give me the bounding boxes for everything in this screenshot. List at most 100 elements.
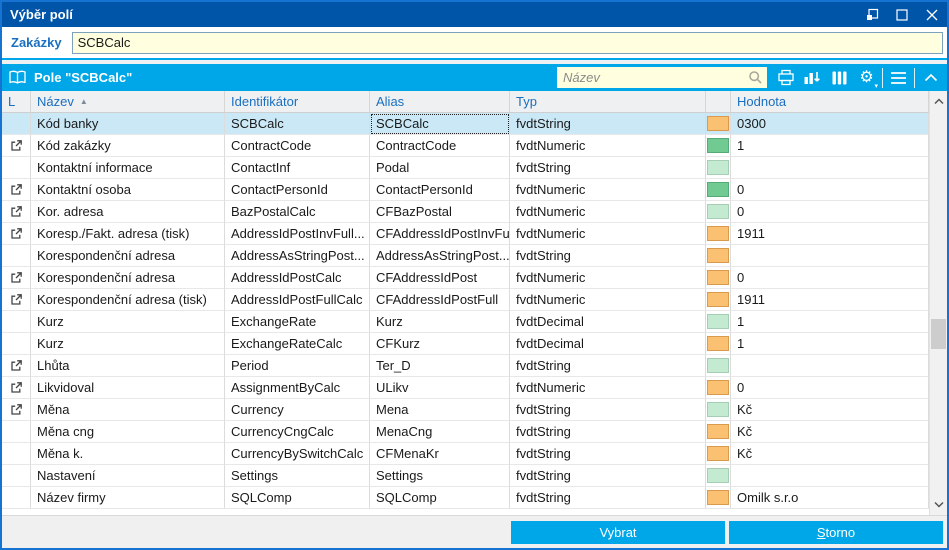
scroll-down-icon[interactable]	[930, 496, 947, 513]
cell-typ: fvdtString	[510, 157, 706, 179]
table-row[interactable]: Likvidoval AssignmentByCalc ULikv fvdtNu…	[2, 377, 929, 399]
table-row[interactable]: Měna cng CurrencyCngCalc MenaCng fvdtStr…	[2, 421, 929, 443]
table-row[interactable]: Korespondenční adresa AddressAsStringPos…	[2, 245, 929, 267]
maximize-icon[interactable]	[887, 2, 917, 27]
scrollbar-thumb[interactable]	[931, 319, 946, 349]
table-row[interactable]: Kurz ExchangeRate Kurz fvdtDecimal 1	[2, 311, 929, 333]
titlebar[interactable]: Výběr polí	[2, 2, 947, 27]
cell-typ: fvdtString	[510, 487, 706, 509]
cell-hodnota: 1	[731, 311, 929, 333]
table-row[interactable]: Měna Currency Mena fvdtString Kč	[2, 399, 929, 421]
cell-typ: fvdtNumeric	[510, 135, 706, 157]
cell-typ: fvdtString	[510, 443, 706, 465]
cell-nazev: Korespondenční adresa	[31, 267, 225, 289]
type-color-swatch	[707, 160, 729, 175]
external-link-icon[interactable]	[10, 205, 23, 218]
columns-icon[interactable]	[826, 64, 853, 91]
cell-typ: fvdtString	[510, 113, 706, 135]
external-link-icon[interactable]	[10, 403, 23, 416]
external-link-icon[interactable]	[10, 139, 23, 152]
cell-identifikator: AddressAsStringPost...	[225, 245, 370, 267]
cell-identifikator: AssignmentByCalc	[225, 377, 370, 399]
table-row[interactable]: Kor. adresa BazPostalCalc CFBazPostal fv…	[2, 201, 929, 223]
cell-typ: fvdtNumeric	[510, 267, 706, 289]
vybrat-button[interactable]: Vybrat	[511, 520, 725, 544]
zakazky-input[interactable]	[71, 31, 943, 54]
header-identifikator[interactable]: Identifikátor	[225, 91, 370, 113]
cell-hodnota: 1	[731, 135, 929, 157]
table-row[interactable]: Kód banky SCBCalc SCBCalc fvdtString 030…	[2, 113, 929, 135]
cell-hodnota: 1911	[731, 223, 929, 245]
cell-hodnota: 1	[731, 333, 929, 355]
header-typ[interactable]: Typ	[510, 91, 706, 113]
cell-identifikator: ContractCode	[225, 135, 370, 157]
type-color-swatch	[707, 138, 729, 153]
table-row[interactable]: Nastavení Settings Settings fvdtString	[2, 465, 929, 487]
cell-alias: ContactPersonId	[370, 179, 510, 201]
table-row[interactable]: Koresp./Fakt. adresa (tisk) AddressIdPos…	[2, 223, 929, 245]
cell-identifikator: BazPostalCalc	[225, 201, 370, 223]
cell-identifikator: SQLComp	[225, 487, 370, 509]
table-row[interactable]: Kontaktní osoba ContactPersonId ContactP…	[2, 179, 929, 201]
cell-alias: Kurz	[370, 311, 510, 333]
dialog-footer: Vybrat Storno	[2, 515, 947, 548]
cell-identifikator: Settings	[225, 465, 370, 487]
table-row[interactable]: Kód zakázky ContractCode ContractCode fv…	[2, 135, 929, 157]
zakazky-label: Zakázky	[11, 35, 62, 50]
table-row[interactable]: Kontaktní informace ContactInf Podal fvd…	[2, 157, 929, 179]
menu-icon[interactable]	[885, 64, 912, 91]
header-hodnota[interactable]: Hodnota	[731, 91, 929, 113]
table-row[interactable]: Název firmy SQLComp SQLComp fvdtString O…	[2, 487, 929, 509]
window-controls	[857, 2, 947, 27]
table-row[interactable]: Korespondenční adresa AddressIdPostCalc …	[2, 267, 929, 289]
type-color-swatch	[707, 270, 729, 285]
header-alias[interactable]: Alias	[370, 91, 510, 113]
type-color-swatch	[707, 226, 729, 241]
cell-typ: fvdtString	[510, 245, 706, 267]
table-row[interactable]: Měna k. CurrencyBySwitchCalc CFMenaKr fv…	[2, 443, 929, 465]
header-swatch-column[interactable]	[706, 91, 731, 113]
external-link-icon[interactable]	[10, 183, 23, 196]
cell-nazev: Kurz	[31, 333, 225, 355]
header-link-column[interactable]: L	[2, 91, 31, 113]
cell-hodnota: Kč	[731, 399, 929, 421]
external-link-icon[interactable]	[10, 293, 23, 306]
external-link-icon[interactable]	[10, 271, 23, 284]
vertical-scrollbar[interactable]	[929, 91, 947, 515]
type-color-swatch	[707, 380, 729, 395]
cell-hodnota	[731, 465, 929, 487]
external-link-icon[interactable]	[10, 227, 23, 240]
cell-alias: ContractCode	[370, 135, 510, 157]
search-input[interactable]	[563, 70, 748, 85]
chart-icon[interactable]	[799, 64, 826, 91]
collapse-panel-icon[interactable]	[917, 64, 944, 91]
window-title: Výběr polí	[10, 7, 73, 22]
settings-gear-icon[interactable]: ⚙ ▾	[853, 64, 880, 91]
type-color-swatch	[707, 358, 729, 373]
type-color-swatch	[707, 314, 729, 329]
storno-button[interactable]: Storno	[729, 520, 943, 544]
cell-nazev: Kód zakázky	[31, 135, 225, 157]
cell-nazev: Koresp./Fakt. adresa (tisk)	[31, 223, 225, 245]
type-color-swatch	[707, 204, 729, 219]
cell-nazev: Korespondenční adresa (tisk)	[31, 289, 225, 311]
cell-hodnota: 1911	[731, 289, 929, 311]
scroll-up-icon[interactable]	[930, 93, 947, 110]
cell-hodnota	[731, 355, 929, 377]
header-nazev[interactable]: Název ▲	[31, 91, 225, 113]
external-link-icon[interactable]	[10, 359, 23, 372]
close-icon[interactable]	[917, 2, 947, 27]
cell-nazev: Likvidoval	[31, 377, 225, 399]
external-link-icon[interactable]	[10, 381, 23, 394]
table-row[interactable]: Lhůta Period Ter_D fvdtString	[2, 355, 929, 377]
cell-alias: MenaCng	[370, 421, 510, 443]
print-icon[interactable]	[772, 64, 799, 91]
restore-icon[interactable]	[857, 2, 887, 27]
table-row[interactable]: Korespondenční adresa (tisk) AddressIdPo…	[2, 289, 929, 311]
cell-nazev: Kontaktní osoba	[31, 179, 225, 201]
cell-identifikator: SCBCalc	[225, 113, 370, 135]
cell-typ: fvdtNumeric	[510, 377, 706, 399]
cell-hodnota: 0	[731, 201, 929, 223]
table-row[interactable]: Kurz ExchangeRateCalc CFKurz fvdtDecimal…	[2, 333, 929, 355]
cell-identifikator: AddressIdPostInvFull...	[225, 223, 370, 245]
